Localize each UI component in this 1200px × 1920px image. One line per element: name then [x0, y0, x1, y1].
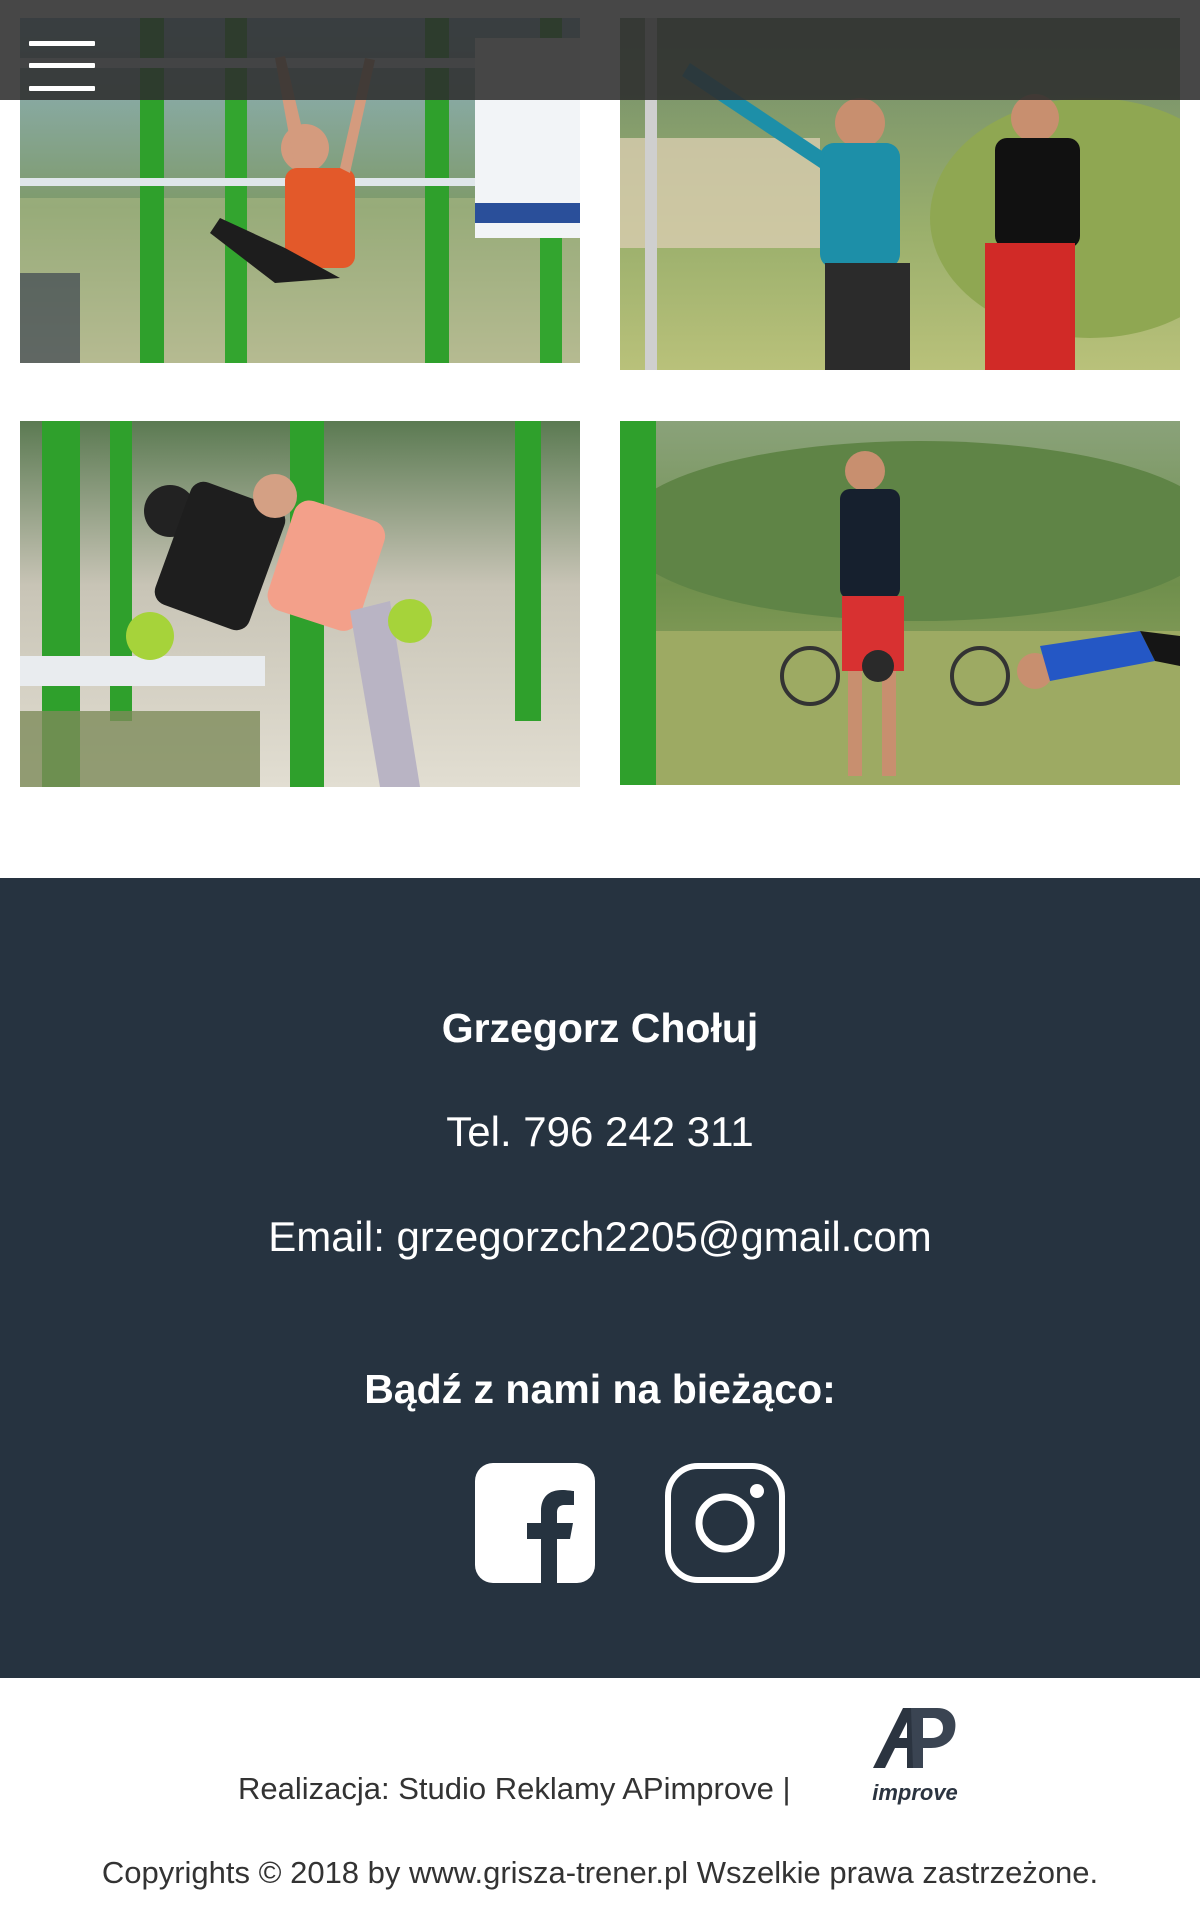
- menu-line: [29, 86, 95, 91]
- hamburger-menu-icon[interactable]: [29, 41, 95, 93]
- apimprove-logo[interactable]: improve: [865, 1698, 965, 1810]
- gallery-photo-kettlebell-pushup[interactable]: [620, 421, 1180, 785]
- instagram-icon[interactable]: [665, 1463, 785, 1583]
- email-address[interactable]: Email: grzegorzch2205@gmail.com: [0, 1213, 1200, 1261]
- credits-section: Realizacja: Studio Reklamy APimprove | i…: [0, 1678, 1200, 1920]
- menu-line: [29, 41, 95, 46]
- realization-credit[interactable]: Realizacja: Studio Reklamy APimprove |: [238, 1771, 791, 1807]
- top-navigation-bar: [0, 0, 1200, 100]
- menu-line: [29, 63, 95, 68]
- trainer-name: Grzegorz Chołuj: [441, 1005, 759, 1051]
- contact-section: Grzegorz Chołuj Tel. 796 242 311 Email: …: [0, 878, 1200, 1678]
- svg-text:improve: improve: [872, 1780, 958, 1805]
- gallery-photo-kettlebell-rows[interactable]: [20, 421, 580, 787]
- follow-us-heading: Bądź z nami na bieżąco:: [364, 1366, 836, 1412]
- phone-number[interactable]: Tel. 796 242 311: [0, 1108, 1200, 1156]
- facebook-icon[interactable]: [475, 1463, 595, 1583]
- copyright-notice: Copyrights © 2018 by www.grisza-trener.p…: [101, 1855, 1099, 1890]
